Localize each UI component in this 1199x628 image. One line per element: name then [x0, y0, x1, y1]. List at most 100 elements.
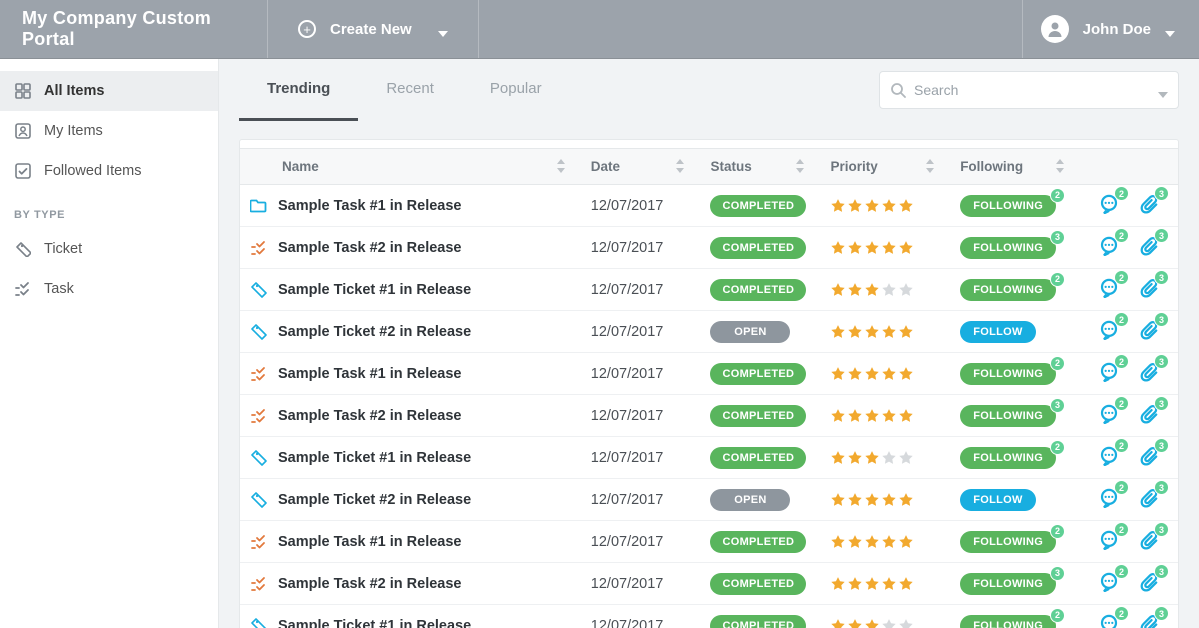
status-badge: COMPLETED	[710, 363, 806, 385]
attachments-button[interactable]: 3	[1138, 487, 1160, 509]
star-icon	[830, 240, 846, 256]
attachments-button[interactable]: 3	[1138, 445, 1160, 467]
sidebar-type-task[interactable]: Task	[0, 269, 218, 309]
item-name: Sample Task #2 in Release	[278, 240, 462, 256]
table-row[interactable]: Sample Ticket #1 in Release12/07/2017COM…	[240, 605, 1178, 628]
comments-button[interactable]: 2	[1098, 445, 1120, 467]
comments-button[interactable]: 2	[1098, 403, 1120, 425]
star-icon	[898, 534, 914, 550]
sidebar-item-followed-items[interactable]: Followed Items	[0, 151, 218, 191]
tab-popular[interactable]: Popular	[462, 59, 570, 121]
item-name: Sample Task #1 in Release	[278, 534, 462, 550]
col-header-priority[interactable]: Priority	[818, 149, 948, 185]
comments-button[interactable]: 2	[1098, 571, 1120, 593]
star-icon	[830, 282, 846, 298]
following-pill[interactable]: FOLLOWING2	[960, 531, 1056, 553]
sidebar-type-label: Ticket	[44, 241, 82, 257]
table-row[interactable]: Sample Task #2 in Release12/07/2017COMPL…	[240, 227, 1178, 269]
comments-button[interactable]: 2	[1098, 235, 1120, 257]
col-header-date[interactable]: Date	[579, 149, 699, 185]
tab-trending[interactable]: Trending	[239, 59, 358, 121]
status-badge: COMPLETED	[710, 237, 806, 259]
search-input[interactable]: Search	[879, 71, 1179, 109]
attachments-count-badge: 3	[1154, 312, 1169, 327]
following-count-badge: 3	[1050, 566, 1065, 581]
item-date: 12/07/2017	[579, 605, 699, 628]
attachments-button[interactable]: 3	[1138, 361, 1160, 383]
topbar: My Company Custom Portal + Create New Jo…	[0, 0, 1199, 59]
table-row[interactable]: Sample Task #2 in Release12/07/2017COMPL…	[240, 395, 1178, 437]
star-icon	[847, 576, 863, 592]
table-row[interactable]: Sample Task #2 in Release12/07/2017COMPL…	[240, 563, 1178, 605]
item-date: 12/07/2017	[579, 563, 699, 605]
attachments-button[interactable]: 3	[1138, 193, 1160, 215]
following-count-badge: 2	[1050, 188, 1065, 203]
table-row[interactable]: Sample Task #1 in Release12/07/2017COMPL…	[240, 353, 1178, 395]
follow-button[interactable]: FOLLOW	[960, 321, 1035, 343]
tab-recent[interactable]: Recent	[358, 59, 462, 121]
folder-icon	[250, 197, 268, 215]
ticket-icon	[14, 240, 32, 258]
following-pill[interactable]: FOLLOWING3	[960, 405, 1056, 427]
task-icon	[250, 407, 268, 425]
attachments-button[interactable]: 3	[1138, 571, 1160, 593]
item-name: Sample Ticket #2 in Release	[278, 324, 471, 340]
attachments-button[interactable]: 3	[1138, 403, 1160, 425]
check-box-icon	[14, 162, 32, 180]
following-pill[interactable]: FOLLOWING2	[960, 615, 1056, 628]
following-pill[interactable]: FOLLOWING3	[960, 573, 1056, 595]
star-icon	[830, 198, 846, 214]
star-icon	[881, 408, 897, 424]
plus-circle-icon: +	[298, 20, 316, 38]
comments-button[interactable]: 2	[1098, 319, 1120, 341]
following-pill[interactable]: FOLLOWING2	[960, 279, 1056, 301]
attachments-count-badge: 3	[1154, 354, 1169, 369]
priority-stars	[830, 408, 936, 424]
table-row[interactable]: Sample Ticket #1 in Release12/07/2017COM…	[240, 269, 1178, 311]
star-icon	[898, 282, 914, 298]
follow-button[interactable]: FOLLOW	[960, 489, 1035, 511]
following-pill[interactable]: FOLLOWING2	[960, 363, 1056, 385]
star-icon	[881, 324, 897, 340]
sort-icon	[1056, 159, 1066, 173]
priority-stars	[830, 324, 936, 340]
comments-button[interactable]: 2	[1098, 487, 1120, 509]
priority-stars	[830, 450, 936, 466]
sidebar-type-ticket[interactable]: Ticket	[0, 229, 218, 269]
attachments-button[interactable]: 3	[1138, 277, 1160, 299]
attachments-count-badge: 3	[1154, 228, 1169, 243]
comments-button[interactable]: 2	[1098, 193, 1120, 215]
following-pill[interactable]: FOLLOWING3	[960, 237, 1056, 259]
priority-stars	[830, 198, 936, 214]
status-badge: OPEN	[710, 321, 790, 343]
comments-button[interactable]: 2	[1098, 529, 1120, 551]
col-header-following[interactable]: Following	[948, 149, 1078, 185]
comments-button[interactable]: 2	[1098, 613, 1120, 628]
sidebar-item-my-items[interactable]: My Items	[0, 111, 218, 151]
item-date: 12/07/2017	[579, 521, 699, 563]
task-icon	[250, 575, 268, 593]
table-row[interactable]: Sample Task #1 in Release12/07/2017COMPL…	[240, 185, 1178, 227]
following-pill[interactable]: FOLLOWING2	[960, 195, 1056, 217]
comments-button[interactable]: 2	[1098, 361, 1120, 383]
priority-stars	[830, 366, 936, 382]
item-name: Sample Ticket #1 in Release	[278, 618, 471, 628]
attachments-button[interactable]: 3	[1138, 319, 1160, 341]
star-icon	[847, 492, 863, 508]
sidebar-item-all-items[interactable]: All Items	[0, 71, 218, 111]
comments-button[interactable]: 2	[1098, 277, 1120, 299]
table-row[interactable]: Sample Task #1 in Release12/07/2017COMPL…	[240, 521, 1178, 563]
table-row[interactable]: Sample Ticket #2 in Release12/07/2017OPE…	[240, 479, 1178, 521]
item-name: Sample Ticket #1 in Release	[278, 282, 471, 298]
item-name: Sample Task #2 in Release	[278, 408, 462, 424]
col-header-name[interactable]: Name	[240, 149, 579, 185]
col-header-status[interactable]: Status	[698, 149, 818, 185]
following-pill[interactable]: FOLLOWING2	[960, 447, 1056, 469]
create-new-button[interactable]: + Create New	[268, 0, 479, 58]
attachments-button[interactable]: 3	[1138, 235, 1160, 257]
attachments-button[interactable]: 3	[1138, 613, 1160, 628]
table-row[interactable]: Sample Ticket #1 in Release12/07/2017COM…	[240, 437, 1178, 479]
attachments-button[interactable]: 3	[1138, 529, 1160, 551]
table-row[interactable]: Sample Ticket #2 in Release12/07/2017OPE…	[240, 311, 1178, 353]
user-menu[interactable]: John Doe	[1022, 0, 1199, 58]
